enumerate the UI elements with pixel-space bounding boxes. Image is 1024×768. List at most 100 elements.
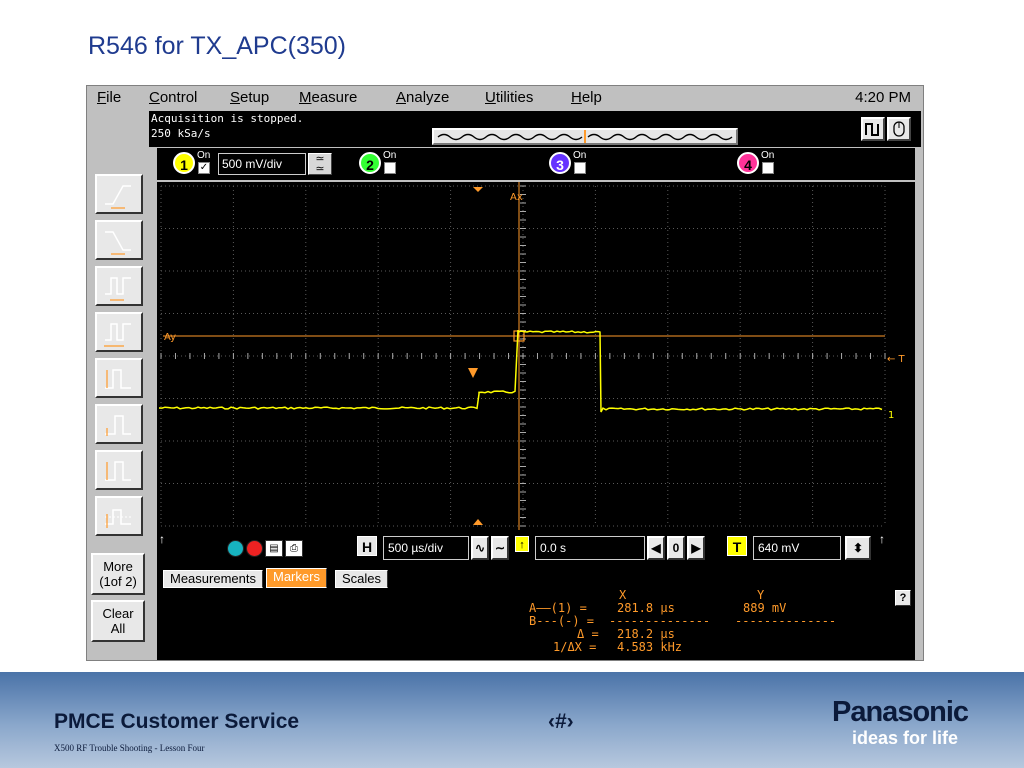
run-controls — [861, 117, 913, 141]
tab-markers[interactable]: Markers — [266, 568, 327, 588]
pulse-width-icon — [105, 369, 131, 389]
clock: 4:20 PM — [855, 89, 911, 106]
channel-2-on-label: On — [383, 150, 397, 161]
channel-bar: 1 On ✓ 500 mV/div ≃ ≃ 2 On 3 On 4 On — [157, 148, 915, 180]
waveform-display[interactable]: Ax Ay ← T 1 — [157, 182, 915, 530]
memory-bar[interactable] — [432, 128, 738, 145]
footer-subtitle: X500 RF Trouble Shooting - Lesson Four — [54, 743, 205, 753]
average-button[interactable] — [95, 496, 143, 536]
graticule-grid — [160, 185, 886, 527]
marker-b-x[interactable]: -------------- — [609, 614, 710, 628]
more-button[interactable]: More (1of 2) — [91, 553, 145, 595]
trigger-level-field[interactable]: 640 mV — [753, 536, 841, 560]
marker-a-x[interactable]: 281.8 µs — [617, 601, 675, 615]
help-button[interactable]: ? — [895, 590, 911, 606]
menu-setup[interactable]: Setup — [230, 89, 269, 106]
trigger-position-top-icon — [473, 187, 483, 192]
timebase-fine-button[interactable]: ∿ — [471, 536, 489, 560]
amplitude-icon — [105, 415, 131, 436]
menu-help[interactable]: Help — [571, 89, 602, 106]
slide-number: ‹#› — [548, 710, 574, 733]
measurement-toolbar — [87, 168, 153, 548]
horizontal-tag: H — [357, 536, 377, 556]
timebase-bar: ↑ ▤ ⎙ H 500 µs/div ∿ ∼ ↑ 0.0 s ◀ 0 ▶ T 6… — [157, 530, 915, 568]
analysis-tabs: Measurements Markers Scales — [157, 568, 915, 588]
timebase-coarse-button[interactable]: ∼ — [491, 536, 509, 560]
channel-1-on-label: On — [197, 150, 211, 161]
tab-measurements[interactable]: Measurements — [163, 570, 263, 588]
fall-time-icon — [105, 231, 131, 255]
column-x-header: X — [619, 588, 627, 602]
delay-field[interactable]: 0.0 s — [535, 536, 645, 560]
pulse-width-button[interactable] — [95, 358, 143, 398]
tab-scales[interactable]: Scales — [335, 570, 389, 588]
more-page-label: (1of 2) — [99, 574, 137, 589]
fall-time-button[interactable] — [95, 220, 143, 260]
marker-b-y[interactable]: -------------- — [735, 614, 836, 628]
brand-tagline: ideas for life — [852, 728, 959, 748]
peak-to-peak-icon — [105, 461, 131, 481]
save-icon[interactable]: ▤ — [265, 540, 283, 557]
channel-3-badge[interactable]: 3 — [549, 152, 571, 174]
average-icon — [105, 509, 133, 528]
footer-title: PMCE Customer Service — [54, 710, 300, 733]
delay-left-button[interactable]: ◀ — [647, 536, 665, 560]
memory-wave-icon — [437, 130, 733, 143]
amplitude-button[interactable] — [95, 404, 143, 444]
channel-3-checkbox[interactable] — [574, 162, 586, 174]
channel-4-badge[interactable]: 4 — [737, 152, 759, 174]
peak-to-peak-button[interactable] — [95, 450, 143, 490]
channel-1-ground-marker: 1 — [888, 410, 894, 421]
menu-measure[interactable]: Measure — [299, 89, 357, 106]
slide-title: R546 for TX_APC(350) — [88, 32, 346, 60]
trigger-tag: T — [727, 536, 747, 556]
marker-readout: X Y A——(1) = 281.8 µs 889 mV B---(-) = -… — [157, 588, 915, 660]
channel-1-checkbox[interactable]: ✓ — [198, 162, 210, 174]
period-icon — [105, 277, 131, 301]
marker-a-y[interactable]: 889 mV — [743, 601, 786, 615]
delta-x-value: 218.2 µs — [617, 627, 675, 641]
column-y-header: Y — [757, 588, 765, 602]
delay-right-button[interactable]: ▶ — [687, 536, 705, 560]
menu-analyze[interactable]: Analyze — [396, 89, 449, 106]
trigger-level-indicator: ← T — [887, 354, 906, 365]
rise-time-button[interactable] — [95, 174, 143, 214]
channel-4-on-label: On — [761, 150, 775, 161]
status-line-1: Acquisition is stopped. — [151, 112, 304, 125]
channel-1-trace — [158, 329, 883, 413]
oscilloscope-window: File Control Setup Measure Analyze Utili… — [86, 85, 924, 661]
menu-utilities[interactable]: Utilities — [485, 89, 533, 106]
channel-1-scale[interactable]: 500 mV/div — [218, 153, 306, 175]
delay-ref-icon[interactable]: ↑ — [515, 536, 529, 552]
menu-control[interactable]: Control — [149, 89, 197, 106]
trigger-level-stepper[interactable]: ⬍ — [845, 536, 871, 560]
marker-ax-label: Ax — [510, 192, 523, 203]
print-icon[interactable]: ⎙ — [285, 540, 303, 557]
mouse-icon[interactable] — [887, 117, 911, 141]
channel-1-badge[interactable]: 1 — [173, 152, 195, 174]
autoscale-icon[interactable] — [227, 540, 244, 557]
menu-file[interactable]: File — [97, 89, 121, 106]
channel-4-checkbox[interactable] — [762, 162, 774, 174]
trigger-arrow-icon[interactable]: ↑ — [879, 532, 885, 546]
channel-3-on-label: On — [573, 150, 587, 161]
delay-zero-button[interactable]: 0 — [667, 536, 685, 560]
record-icon[interactable] — [246, 540, 263, 557]
channel-2-badge[interactable]: 2 — [359, 152, 381, 174]
channel-2-checkbox[interactable] — [384, 162, 396, 174]
timebase-field[interactable]: 500 µs/div — [383, 536, 469, 560]
run-stop-icon[interactable] — [861, 117, 885, 141]
offset-arrow-icon[interactable]: ↑ — [159, 532, 165, 546]
marker-a-label: A——(1) = — [529, 601, 587, 615]
channel-1-scale-adjust[interactable]: ≃ ≃ — [308, 153, 332, 175]
clear-all-button[interactable]: Clear All — [91, 600, 145, 642]
acquisition-status: Acquisition is stopped. 250 kSa/s — [149, 111, 921, 147]
period-button[interactable] — [95, 266, 143, 306]
status-line-2: 250 kSa/s — [151, 127, 211, 140]
trigger-position-bottom-icon — [473, 519, 483, 525]
frequency-button[interactable] — [95, 312, 143, 352]
frequency-icon — [104, 323, 131, 347]
slide-footer: PMCE Customer Service ‹#› X500 RF Troubl… — [0, 672, 1024, 768]
panasonic-logo: Panasonic — [832, 696, 969, 728]
delta-label: Δ = — [577, 627, 599, 641]
